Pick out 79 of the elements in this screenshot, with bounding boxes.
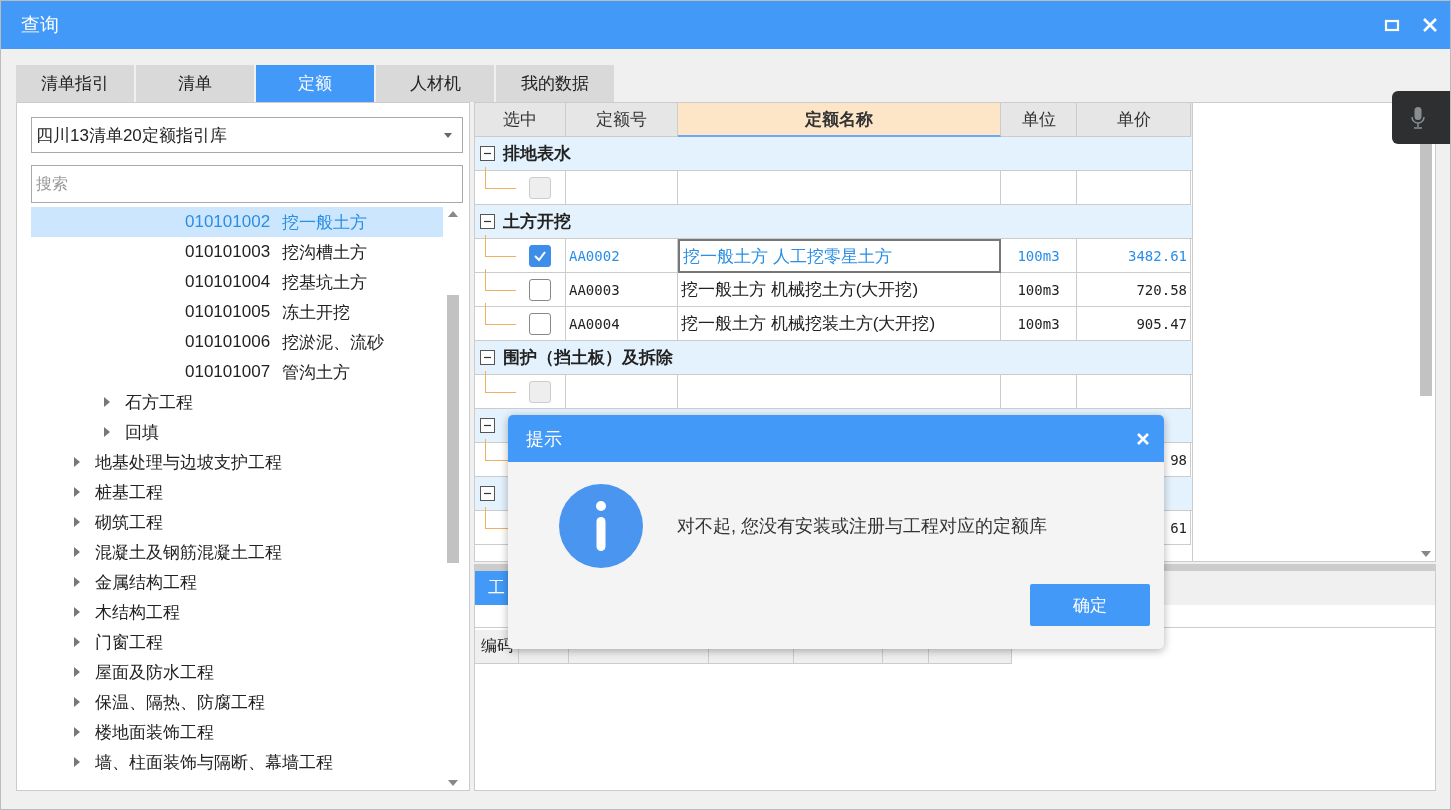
collapse-icon[interactable] [480, 350, 495, 365]
tree-item[interactable]: 010101007 管沟土方 [31, 357, 443, 387]
tree-line [485, 269, 516, 291]
table-cell: 720.58 [1077, 273, 1191, 307]
dialog-title: 提示 [526, 427, 562, 451]
scroll-up-icon[interactable] [448, 211, 458, 217]
expand-arrow-icon[interactable] [74, 457, 80, 467]
table-cell: 100m3 [1001, 239, 1077, 273]
group-row[interactable]: 土方开挖 [475, 205, 1192, 239]
check-icon [533, 250, 547, 262]
scroll-down-icon[interactable] [1421, 551, 1431, 557]
tree-item[interactable]: 金属结构工程 [31, 567, 443, 597]
info-icon [559, 484, 643, 568]
expand-arrow-icon[interactable] [74, 697, 80, 707]
tree-item[interactable]: 地基处理与边坡支护工程 [31, 447, 443, 477]
tree-item[interactable]: 010101004 挖基坑土方 [31, 267, 443, 297]
close-icon[interactable] [1422, 17, 1438, 33]
caret-icon [444, 132, 452, 138]
expand-arrow-icon[interactable] [104, 397, 110, 407]
collapse-icon[interactable] [480, 486, 495, 501]
tree-line [485, 235, 516, 257]
tree-item[interactable]: 010101006 挖淤泥、流砂 [31, 327, 443, 357]
group-label: 土方开挖 [503, 211, 571, 233]
checkbox[interactable] [529, 279, 551, 301]
expand-arrow-icon[interactable] [74, 487, 80, 497]
checkbox[interactable] [529, 245, 551, 267]
microphone-icon[interactable] [1411, 106, 1425, 129]
tree-item[interactable]: 木结构工程 [31, 597, 443, 627]
expand-arrow-icon[interactable] [74, 667, 80, 677]
tree-line [485, 303, 516, 325]
expand-arrow-icon[interactable] [74, 517, 80, 527]
group-row[interactable]: 排地表水 [475, 137, 1192, 171]
table-cell: 100m3 [1001, 273, 1077, 307]
table-cell: AA0003 [566, 273, 678, 307]
group-label: 围护（挡土板）及拆除 [503, 347, 673, 369]
table-cell: 3482.61 [1077, 239, 1191, 273]
collapse-icon[interactable] [480, 418, 495, 433]
tree-item[interactable]: 010101005 冻土开挖 [31, 297, 443, 327]
tab[interactable]: 清单 [136, 65, 254, 102]
tree-item[interactable]: 门窗工程 [31, 627, 443, 657]
table-cell: 挖一般土方 人工挖零星土方 [678, 239, 1001, 273]
search-field[interactable]: 搜索 [31, 165, 463, 203]
scroll-down-icon[interactable] [448, 780, 458, 786]
tree-item[interactable]: 石方工程 [31, 387, 443, 417]
expand-arrow-icon[interactable] [74, 727, 80, 737]
tree-item[interactable]: 楼地面装饰工程 [31, 717, 443, 747]
tree-item[interactable]: 墙、柱面装饰与隔断、幕墙工程 [31, 747, 443, 777]
expand-arrow-icon[interactable] [74, 577, 80, 587]
tree-item[interactable]: 保温、隔热、防腐工程 [31, 687, 443, 717]
tree-line [485, 167, 516, 189]
dialog-message: 对不起, 您没有安装或注册与工程对应的定额库 [677, 515, 1047, 538]
library-dropdown[interactable]: 四川13清单20定额指引库 [31, 117, 463, 153]
group-label: 排地表水 [503, 143, 571, 165]
table-cell: AA0002 [566, 239, 678, 273]
collapse-icon[interactable] [480, 146, 495, 161]
expand-arrow-icon[interactable] [74, 637, 80, 647]
group-row[interactable]: 围护（挡土板）及拆除 [475, 341, 1192, 375]
expand-arrow-icon[interactable] [104, 427, 110, 437]
tree-item[interactable]: 010101003 挖沟槽土方 [31, 237, 443, 267]
expand-arrow-icon[interactable] [74, 757, 80, 767]
tab[interactable]: 我的数据 [496, 65, 614, 102]
expand-arrow-icon[interactable] [74, 607, 80, 617]
column-header[interactable]: 定额名称 [678, 103, 1001, 137]
tree-line [485, 371, 516, 393]
tree-item[interactable]: 回填 [31, 417, 443, 447]
dropdown-value: 四川13清单20定额指引库 [36, 124, 227, 147]
tree-item[interactable]: 屋面及防水工程 [31, 657, 443, 687]
table-cell: 挖一般土方 机械挖土方(大开挖) [678, 273, 1001, 307]
expand-arrow-icon[interactable] [74, 547, 80, 557]
maximize-icon[interactable] [1384, 17, 1400, 33]
checkbox[interactable] [529, 313, 551, 335]
close-icon[interactable] [1136, 431, 1150, 446]
tree-item[interactable]: 混凝土及钢筋混凝土工程 [31, 537, 443, 567]
tree-item[interactable]: 桩基工程 [31, 477, 443, 507]
window-title: 查询 [21, 13, 60, 37]
collapse-icon[interactable] [480, 214, 495, 229]
tab[interactable]: 清单指引 [16, 65, 134, 102]
tab[interactable]: 人材机 [376, 65, 494, 102]
tree-item[interactable]: 砌筑工程 [31, 507, 443, 537]
